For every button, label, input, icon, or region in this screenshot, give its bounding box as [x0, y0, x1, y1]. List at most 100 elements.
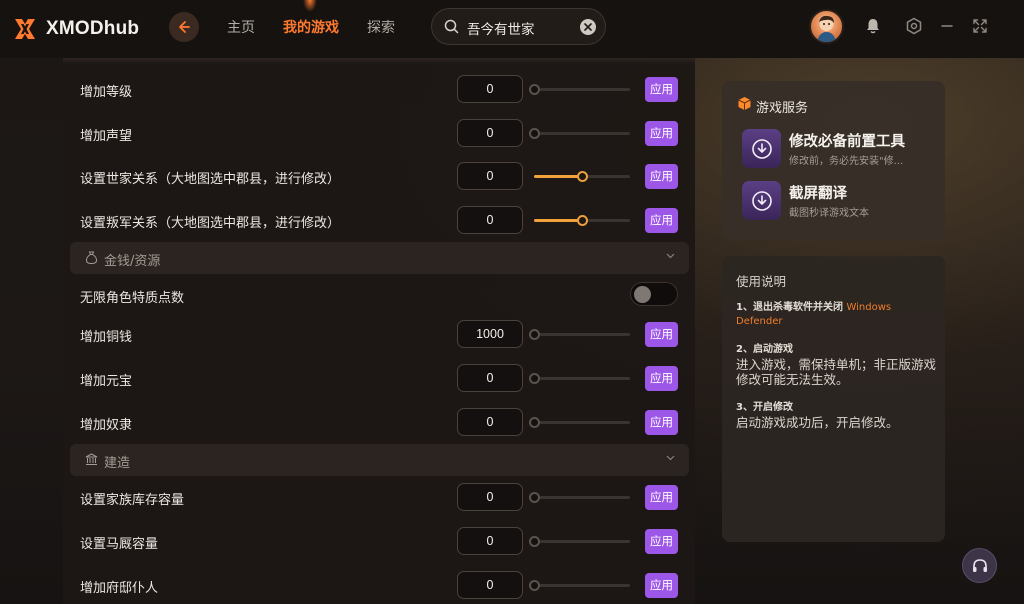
- value-slider[interactable]: [529, 373, 630, 384]
- help-step-title: 2、启动游戏: [736, 344, 793, 355]
- value-slider[interactable]: [529, 580, 630, 591]
- apply-button[interactable]: 应用: [645, 121, 678, 146]
- apply-button[interactable]: 应用: [645, 322, 678, 347]
- slider-thumb[interactable]: [529, 329, 540, 340]
- value-input[interactable]: 0: [457, 119, 523, 147]
- help-step-2: 2、启动游戏 进入游戏，需保持单机；非正版游戏修改可能无法生效。: [736, 343, 936, 387]
- back-button[interactable]: [169, 12, 199, 42]
- service-item-screenshot-translate[interactable]: 截屏翻译 截图秒译游戏文本: [742, 181, 937, 221]
- value-input[interactable]: 0: [457, 483, 523, 511]
- mod-label: 设置世家关系（大地图选中郡县，进行修改）: [80, 172, 341, 187]
- section-build-header[interactable]: 建造: [70, 444, 689, 476]
- section-title: 建造: [104, 456, 131, 471]
- section-money-header[interactable]: 金钱/资源: [70, 242, 689, 274]
- step-title-text: 1、退出杀毒软件并关闭: [736, 302, 843, 313]
- apply-button[interactable]: 应用: [645, 164, 678, 189]
- help-step-title: 1、退出杀毒软件并关闭 Windows Defender: [736, 301, 936, 329]
- apply-button[interactable]: 应用: [645, 573, 678, 598]
- chevron-down-icon: [666, 253, 675, 259]
- value-input[interactable]: 0: [457, 75, 523, 103]
- mod-label: 设置叛军关系（大地图选中郡县，进行修改）: [80, 216, 341, 231]
- value-slider[interactable]: [529, 84, 630, 95]
- slider-thumb[interactable]: [529, 536, 540, 547]
- chevron-down-icon: [666, 455, 675, 461]
- slider-thumb[interactable]: [529, 580, 540, 591]
- value-slider[interactable]: [529, 128, 630, 139]
- nav-home[interactable]: 主页: [227, 17, 255, 37]
- mod-row-level: 增加等级 0 应用: [70, 70, 688, 110]
- nav-my-games[interactable]: 我的游戏: [283, 17, 339, 37]
- fullscreen-icon[interactable]: [971, 17, 989, 35]
- service-desc: 截图秒译游戏文本: [789, 208, 869, 219]
- slider-thumb[interactable]: [529, 84, 540, 95]
- mod-row-family-relation: 设置世家关系（大地图选中郡县，进行修改） 0 应用: [70, 157, 688, 197]
- bell-icon[interactable]: [864, 17, 882, 35]
- mod-label: 增加元宝: [80, 374, 133, 389]
- mod-row-storage: 设置家族库存容量 0 应用: [70, 478, 688, 518]
- search-box[interactable]: 吾今有世家: [431, 8, 606, 45]
- value-input[interactable]: 0: [457, 408, 523, 436]
- search-input[interactable]: 吾今有世家: [467, 18, 535, 38]
- instructions-card: 使用说明 1、退出杀毒软件并关闭 Windows Defender 2、启动游戏…: [722, 256, 945, 542]
- slider-thumb[interactable]: [529, 492, 540, 503]
- slider-thumb[interactable]: [577, 171, 588, 182]
- help-step-3: 3、开启修改 启动游戏成功后，开启修改。: [736, 401, 936, 430]
- headset-icon: [972, 558, 987, 572]
- slider-thumb[interactable]: [529, 128, 540, 139]
- slider-fill: [534, 219, 582, 222]
- top-bar: XMODhub 主页 我的游戏 探索 吾今有世家: [0, 0, 1024, 58]
- settings-icon[interactable]: [905, 17, 923, 35]
- value-slider[interactable]: [529, 492, 630, 503]
- value-slider[interactable]: [534, 171, 630, 182]
- card-title: 游戏服务: [756, 101, 809, 116]
- mod-label: 增加声望: [80, 129, 133, 144]
- mod-row-prestige: 增加声望 0 应用: [70, 114, 688, 154]
- slider-thumb[interactable]: [529, 373, 540, 384]
- slider-thumb[interactable]: [529, 417, 540, 428]
- mod-row-stable: 设置马厩容量 0 应用: [70, 522, 688, 562]
- value-slider[interactable]: [529, 417, 630, 428]
- value-input[interactable]: 0: [457, 162, 523, 190]
- clear-search-button[interactable]: [580, 19, 596, 35]
- service-name: 截屏翻译: [789, 186, 847, 202]
- mod-label: 增加奴隶: [80, 418, 133, 433]
- support-button[interactable]: [962, 548, 997, 583]
- value-input[interactable]: 1000: [457, 320, 523, 348]
- slider-fill: [534, 175, 582, 178]
- money-bag-icon: [85, 251, 98, 264]
- unlimited-traits-toggle[interactable]: [630, 282, 678, 306]
- minimize-icon[interactable]: [938, 17, 956, 35]
- panel-top-edge: [63, 58, 695, 64]
- apply-button[interactable]: 应用: [645, 485, 678, 510]
- help-step-body: 进入游戏，需保持单机；非正版游戏修改可能无法生效。: [736, 357, 937, 387]
- apply-button[interactable]: 应用: [645, 410, 678, 435]
- service-item-prerequisite[interactable]: 修改必备前置工具 修改前，务必先安装"修...: [742, 129, 937, 169]
- slider-thumb[interactable]: [577, 215, 588, 226]
- apply-button[interactable]: 应用: [645, 529, 678, 554]
- value-slider[interactable]: [529, 329, 630, 340]
- mod-label: 设置马厩容量: [80, 537, 159, 552]
- apply-button[interactable]: 应用: [645, 366, 678, 391]
- clear-icon: [584, 23, 592, 31]
- search-icon: [444, 19, 459, 34]
- value-input[interactable]: 0: [457, 527, 523, 555]
- mod-row-copper: 增加铜钱 1000 应用: [70, 315, 688, 355]
- value-input[interactable]: 0: [457, 571, 523, 599]
- nav-explore[interactable]: 探索: [367, 17, 395, 37]
- value-slider[interactable]: [529, 536, 630, 547]
- apply-button[interactable]: 应用: [645, 77, 678, 102]
- app-logo[interactable]: XMODhub: [12, 16, 139, 42]
- logo-icon: [12, 16, 38, 42]
- mod-label: 增加等级: [80, 85, 133, 100]
- help-step-title: 3、开启修改: [736, 402, 793, 413]
- mod-row-rebel-relation: 设置叛军关系（大地图选中郡县，进行修改） 0 应用: [70, 201, 688, 241]
- value-input[interactable]: 0: [457, 206, 523, 234]
- value-input[interactable]: 0: [457, 364, 523, 392]
- mod-label: 无限角色特质点数: [80, 291, 185, 306]
- help-step-body: 启动游戏成功后，开启修改。: [736, 415, 899, 430]
- mod-row-unlimited-traits: 无限角色特质点数: [70, 278, 688, 318]
- service-name: 修改必备前置工具: [789, 134, 905, 150]
- apply-button[interactable]: 应用: [645, 208, 678, 233]
- value-slider[interactable]: [534, 215, 630, 226]
- user-avatar[interactable]: [809, 9, 844, 44]
